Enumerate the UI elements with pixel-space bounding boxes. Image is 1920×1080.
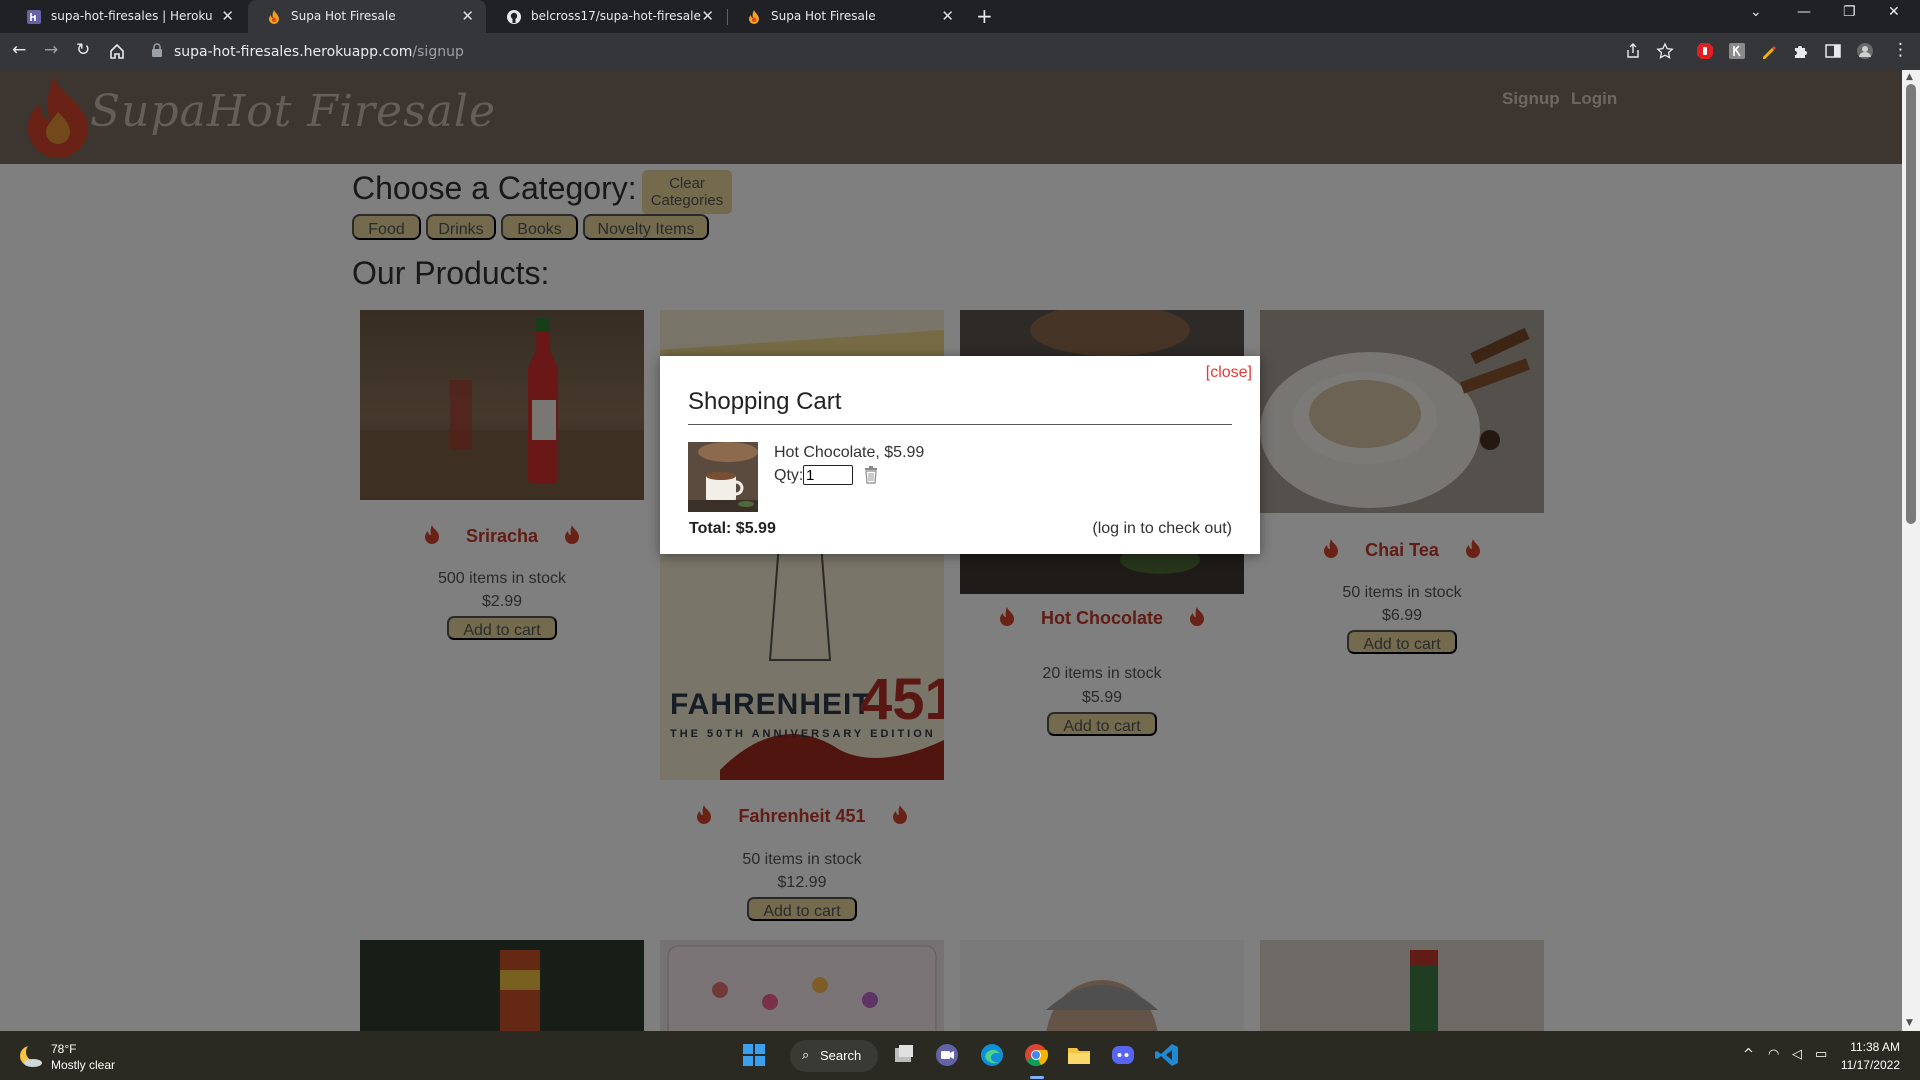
close-icon[interactable]: ✕ xyxy=(461,7,474,25)
tab-heroku[interactable]: supa-hot-firesales | Heroku ✕ xyxy=(8,0,246,33)
tab-supa-hot-firesale[interactable]: Supa Hot Firesale ✕ xyxy=(728,0,966,33)
scroll-up-arrow-icon[interactable]: ▲ xyxy=(1906,72,1913,82)
browser-toolbar: ← → ↻ supa-hot-firesales.herokuapp.com/s… xyxy=(0,33,1920,70)
cart-total: Total: $5.99 xyxy=(689,520,776,537)
close-icon[interactable]: ✕ xyxy=(221,7,234,25)
restore-button[interactable]: ❐ xyxy=(1843,4,1856,20)
file-explorer-icon[interactable] xyxy=(1066,1042,1092,1068)
chrome-browser-icon[interactable] xyxy=(1023,1042,1049,1068)
teams-chat-icon[interactable] xyxy=(934,1042,960,1068)
clock-time[interactable]: 11:38 AM xyxy=(1850,1040,1900,1054)
tray-overflow-icon[interactable]: ^ xyxy=(1743,1047,1754,1062)
bookmark-star-icon[interactable] xyxy=(1656,42,1674,60)
close-window-button[interactable]: ✕ xyxy=(1888,4,1900,20)
tab-search-icon[interactable]: ⌄ xyxy=(1750,4,1762,20)
edge-browser-icon[interactable] xyxy=(979,1042,1005,1068)
windows-start-icon[interactable] xyxy=(741,1042,767,1068)
github-icon xyxy=(507,10,521,24)
minimize-button[interactable]: — xyxy=(1797,4,1811,20)
trash-icon[interactable] xyxy=(863,466,879,484)
windows-taskbar: 78°F Mostly clear ⌕ Search ^ ◠ ◁ ▭ 11:38… xyxy=(0,1031,1920,1080)
weather-description: Mostly clear xyxy=(51,1058,116,1072)
back-button[interactable]: ← xyxy=(12,40,26,60)
close-icon[interactable]: ✕ xyxy=(941,7,954,25)
scrollbar-thumb[interactable] xyxy=(1906,84,1916,524)
weather-moon-icon[interactable] xyxy=(18,1043,44,1069)
cart-item-thumbnail xyxy=(688,442,758,512)
share-icon[interactable] xyxy=(1624,42,1642,60)
vscode-icon[interactable] xyxy=(1154,1042,1180,1068)
cart-divider xyxy=(688,424,1232,425)
quantity-input[interactable] xyxy=(803,465,853,485)
cart-title: Shopping Cart xyxy=(688,388,842,415)
volume-icon[interactable]: ◁ xyxy=(1792,1047,1802,1062)
web-page: SupaHot Firesale Signup Login Choose a C… xyxy=(0,70,1902,1031)
flame-icon xyxy=(749,10,759,24)
page-scrollbar[interactable]: ▲ ▼ xyxy=(1902,70,1920,1031)
new-tab-button[interactable]: + xyxy=(976,4,993,28)
adblock-extension-icon[interactable] xyxy=(1696,42,1714,60)
home-icon[interactable] xyxy=(108,42,126,60)
scroll-down-arrow-icon[interactable]: ▼ xyxy=(1906,1018,1913,1028)
wifi-icon[interactable]: ◠ xyxy=(1768,1047,1779,1062)
clock-date[interactable]: 11/17/2022 xyxy=(1841,1058,1900,1072)
extension-k-icon[interactable] xyxy=(1728,42,1746,60)
side-panel-icon[interactable] xyxy=(1824,42,1842,60)
chrome-active-indicator xyxy=(1030,1076,1044,1079)
shopping-cart-modal: [close] Shopping Cart Hot Chocolate, $5.… xyxy=(660,356,1260,554)
puzzle-extensions-icon[interactable] xyxy=(1792,42,1810,60)
cart-item-description: Hot Chocolate, $5.99 xyxy=(774,444,925,461)
qty-label: Qty: xyxy=(774,467,804,484)
lock-icon xyxy=(152,43,162,57)
discord-icon[interactable] xyxy=(1110,1042,1136,1068)
search-icon: ⌕ xyxy=(802,1048,810,1063)
browser-menu-icon[interactable]: ⋮ xyxy=(1892,40,1909,60)
close-icon[interactable]: ✕ xyxy=(701,7,714,25)
weather-temperature: 78°F xyxy=(51,1042,77,1056)
browser-tab-bar: supa-hot-firesales | Heroku ✕ Supa Hot F… xyxy=(0,0,1920,33)
taskbar-search-label: Search xyxy=(820,1048,862,1063)
reload-button[interactable]: ↻ xyxy=(76,40,90,60)
close-cart-link[interactable]: [close] xyxy=(1206,364,1252,382)
profile-avatar-icon[interactable] xyxy=(1856,42,1874,60)
taskbar-search[interactable]: ⌕ Search xyxy=(790,1040,878,1072)
flame-icon xyxy=(269,10,279,24)
address-bar[interactable]: supa-hot-firesales.herokuapp.com/signup xyxy=(145,36,1645,67)
url-text: supa-hot-firesales.herokuapp.com/signup xyxy=(174,44,464,60)
color-picker-extension-icon[interactable] xyxy=(1760,42,1778,60)
checkout-login-note[interactable]: (log in to check out) xyxy=(1092,520,1232,538)
forward-button[interactable]: → xyxy=(44,40,58,60)
tab-github[interactable]: belcross17/supa-hot-firesale ✕ xyxy=(488,0,726,33)
tab-supa-hot-firesale-active[interactable]: Supa Hot Firesale ✕ xyxy=(248,0,486,33)
heroku-icon xyxy=(27,10,41,24)
task-view-icon[interactable] xyxy=(891,1042,917,1068)
battery-icon[interactable]: ▭ xyxy=(1815,1047,1827,1062)
